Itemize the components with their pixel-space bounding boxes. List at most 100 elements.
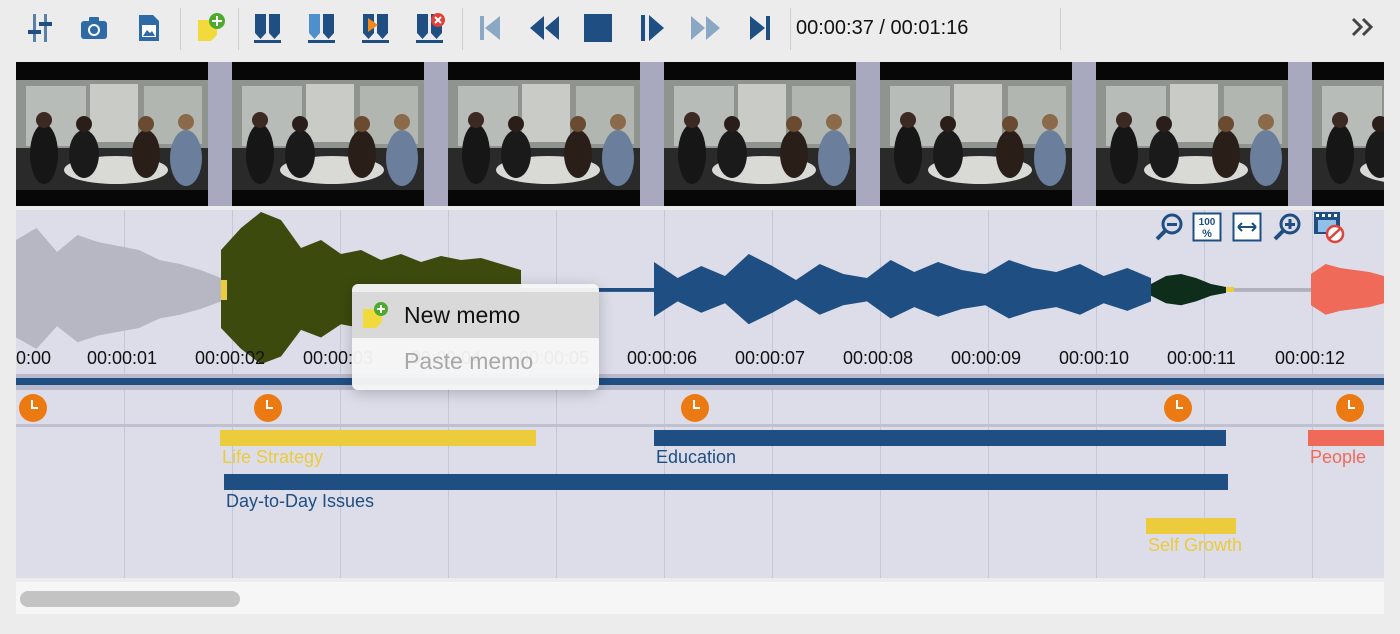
- video-frame-image: [664, 62, 856, 206]
- play-button[interactable]: [632, 8, 672, 48]
- ruler-tick-label: 0:00: [16, 348, 52, 368]
- timeline-overview-range[interactable]: [16, 378, 1384, 385]
- ruler-tick-label: 00:00:10: [1059, 348, 1130, 368]
- add-memo-button[interactable]: [190, 8, 230, 48]
- marker-play-icon: [362, 14, 389, 43]
- fit-width-icon: [1232, 212, 1262, 242]
- video-frame-image: [880, 62, 1072, 206]
- skip-end-icon: [750, 16, 770, 40]
- remove-marker-button[interactable]: [410, 8, 450, 48]
- video-frame-image: [1312, 62, 1384, 206]
- toolbar-overflow-button[interactable]: [1348, 12, 1378, 42]
- ruler-tick-label: 00:00:02: [195, 348, 266, 368]
- toolbar: 00:00:37 / 00:01:16: [0, 0, 1400, 58]
- stop-button[interactable]: [578, 8, 618, 48]
- rewind-icon: [530, 16, 559, 40]
- skip-start-icon: [480, 16, 500, 40]
- track-separator: [16, 424, 1384, 427]
- menu-item-label: New memo: [404, 302, 521, 328]
- menu-item-new-memo[interactable]: New memo: [352, 292, 599, 338]
- snapshot-button[interactable]: [74, 8, 114, 48]
- rewind-button[interactable]: [524, 8, 564, 48]
- set-in-point-button[interactable]: [248, 8, 288, 48]
- ruler-tick-label: 00:00:09: [951, 348, 1022, 368]
- svg-text:%: %: [1202, 228, 1212, 240]
- code-segment-self-growth[interactable]: [1146, 518, 1236, 534]
- marker-remove-icon: [416, 13, 445, 43]
- set-out-point-button[interactable]: [302, 8, 342, 48]
- play-icon: [641, 15, 664, 41]
- code-segment-day-to-day-issues[interactable]: [224, 474, 1228, 490]
- video-frame-image: [1096, 62, 1288, 206]
- image-file-icon: [139, 15, 159, 41]
- marker-down-light-icon: [308, 14, 335, 43]
- zoom-100-button[interactable]: 100 %: [1190, 210, 1224, 244]
- code-segment-people[interactable]: [1308, 430, 1384, 446]
- stop-icon: [584, 14, 612, 42]
- ruler-tick-label: 00:00:06: [627, 348, 698, 368]
- export-image-button[interactable]: [128, 8, 168, 48]
- ruler-tick-label: 00:00:08: [843, 348, 914, 368]
- camera-icon: [81, 17, 107, 39]
- clock-marker[interactable]: [1164, 394, 1192, 422]
- memo-add-icon: [363, 302, 388, 328]
- clock-marker[interactable]: [19, 394, 47, 422]
- fast-forward-button[interactable]: [686, 8, 726, 48]
- marker-down-icon: [254, 14, 281, 43]
- context-menu: New memo Paste memo: [352, 284, 599, 390]
- zoom-out-button[interactable]: [1152, 210, 1186, 244]
- toolbar-separator: [238, 8, 239, 50]
- zoom-100-icon: 100 %: [1192, 212, 1222, 242]
- video-frame-image: [16, 62, 208, 206]
- horizontal-scrollbar[interactable]: [16, 582, 1384, 614]
- video-thumbnail[interactable]: [1096, 62, 1288, 206]
- toolbar-separator: [790, 8, 791, 50]
- code-label-life-strategy: Life Strategy: [222, 447, 324, 467]
- ruler-tick-label: 00:00:07: [735, 348, 806, 368]
- ruler-tick-label: 00:00:12: [1275, 348, 1346, 368]
- code-segment-education[interactable]: [654, 430, 1226, 446]
- menu-item-paste-memo[interactable]: Paste memo: [352, 338, 599, 384]
- code-label-education: Education: [656, 447, 737, 467]
- video-thumbnail[interactable]: [880, 62, 1072, 206]
- svg-text:100: 100: [1199, 217, 1216, 228]
- toolbar-separator: [462, 8, 463, 50]
- zoom-in-button[interactable]: [1270, 210, 1304, 244]
- zoom-out-icon: [1155, 213, 1183, 241]
- timeline-panel[interactable]: 100 % Life Strategy Education People Day…: [16, 210, 1384, 578]
- toggle-thumbnails-button[interactable]: [1312, 210, 1346, 244]
- zoom-in-icon: [1273, 213, 1301, 241]
- video-thumbnail[interactable]: [232, 62, 424, 206]
- toolbar-separator: [180, 8, 181, 50]
- toolbar-separator: [1060, 8, 1061, 50]
- video-frame-image: [448, 62, 640, 206]
- double-chevron-right-icon: [1351, 17, 1374, 37]
- filmstrip-hide-icon: [1314, 212, 1345, 244]
- scrollbar-thumb[interactable]: [20, 591, 240, 607]
- clock-marker[interactable]: [254, 394, 282, 422]
- timecode-display: 00:00:37 / 00:01:16: [796, 17, 969, 39]
- ruler-tick-label: 00:00:01: [87, 348, 158, 368]
- skip-to-end-button[interactable]: [740, 8, 780, 48]
- fast-forward-icon: [691, 16, 720, 40]
- clock-marker[interactable]: [681, 394, 709, 422]
- video-thumbnail[interactable]: [448, 62, 640, 206]
- ruler-tick-label: 00:00:11: [1167, 348, 1236, 368]
- settings-sliders-button[interactable]: [20, 8, 60, 48]
- code-label-day-to-day-issues: Day-to-Day Issues: [226, 491, 375, 511]
- code-segment-life-strategy[interactable]: [220, 430, 536, 446]
- fit-width-button[interactable]: [1230, 210, 1264, 244]
- memo-add-icon: [198, 13, 225, 41]
- code-label-self-growth: Self Growth: [1148, 535, 1243, 555]
- skip-to-start-button[interactable]: [470, 8, 510, 48]
- video-frame-image: [232, 62, 424, 206]
- code-label-people: People: [1310, 447, 1367, 467]
- menu-item-label: Paste memo: [404, 348, 534, 374]
- clock-marker[interactable]: [1336, 394, 1364, 422]
- video-thumbnail[interactable]: [16, 62, 208, 206]
- video-thumbnail[interactable]: [664, 62, 856, 206]
- sliders-icon: [28, 14, 52, 42]
- video-thumbnail-strip[interactable]: [16, 62, 1384, 206]
- video-thumbnail[interactable]: [1312, 62, 1384, 206]
- go-to-marker-button[interactable]: [356, 8, 396, 48]
